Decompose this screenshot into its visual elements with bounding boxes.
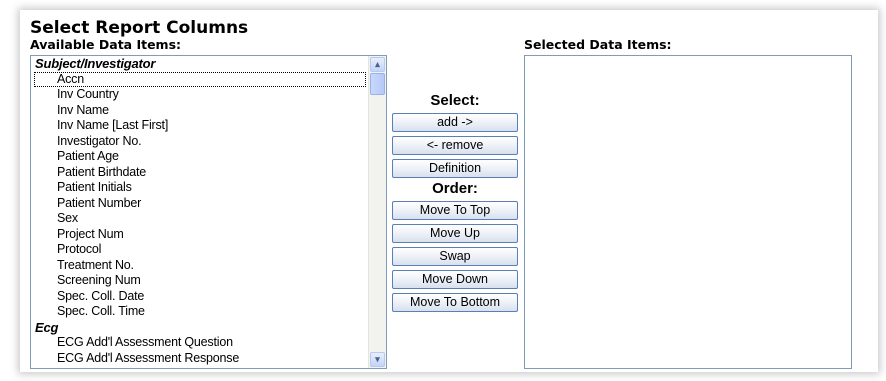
move-to-bottom-button[interactable]: Move To Bottom xyxy=(392,293,518,312)
available-items-scrollbar[interactable]: ▴ ▾ xyxy=(368,56,386,368)
available-items-rows: Subject/Investigator Accn Inv Country Inv N… xyxy=(31,56,368,368)
list-item[interactable]: Inv Name xyxy=(31,103,368,119)
move-up-button[interactable]: Move Up xyxy=(392,224,518,243)
list-group-header: Ecg xyxy=(35,319,59,335)
selected-items-listbox[interactable] xyxy=(524,55,852,369)
list-item[interactable]: ECG Add'l Assessment Question xyxy=(31,335,368,351)
list-item[interactable]: Project Num xyxy=(31,227,368,243)
list-item[interactable]: Accn xyxy=(34,71,366,87)
list-item[interactable]: Sex xyxy=(31,211,368,227)
scroll-up-icon[interactable]: ▴ xyxy=(370,57,385,72)
available-items-listbox[interactable]: Subject/Investigator Accn Inv Country Inv N… xyxy=(30,55,387,369)
select-heading: Select: xyxy=(430,92,480,109)
list-item[interactable]: Patient Age xyxy=(31,149,368,165)
selected-items-label: Selected Data Items: xyxy=(524,37,672,52)
list-item[interactable]: ECG Add'l Assessment Response xyxy=(31,351,368,367)
list-item[interactable]: Spec. Coll. Date xyxy=(31,289,368,305)
order-heading: Order: xyxy=(432,180,478,197)
list-item[interactable]: Inv Country xyxy=(31,87,368,103)
list-item[interactable]: Patient Number xyxy=(31,196,368,212)
list-item[interactable]: Inv Name [Last First] xyxy=(31,118,368,134)
swap-button[interactable]: Swap xyxy=(392,247,518,266)
list-item[interactable]: Spec. Coll. Time xyxy=(31,304,368,320)
remove-button[interactable]: <- remove xyxy=(392,136,518,155)
page-title: Select Report Columns xyxy=(30,18,249,38)
add-button[interactable]: add -> xyxy=(392,113,518,132)
list-group-header: Subject/Investigator xyxy=(35,56,156,71)
list-item[interactable]: Investigator No. xyxy=(31,134,368,150)
available-items-label: Available Data Items: xyxy=(30,37,182,52)
move-down-button[interactable]: Move Down xyxy=(392,270,518,289)
move-to-top-button[interactable]: Move To Top xyxy=(392,201,518,220)
list-item[interactable]: Protocol xyxy=(31,242,368,258)
scroll-down-icon[interactable]: ▾ xyxy=(370,352,385,367)
list-item[interactable]: Patient Initials xyxy=(31,180,368,196)
list-item[interactable]: Patient Birthdate xyxy=(31,165,368,181)
list-item[interactable]: Screening Num xyxy=(31,273,368,289)
scrollbar-thumb[interactable] xyxy=(370,73,385,95)
list-item[interactable]: Treatment No. xyxy=(31,258,368,274)
definition-button[interactable]: Definition xyxy=(392,159,518,178)
